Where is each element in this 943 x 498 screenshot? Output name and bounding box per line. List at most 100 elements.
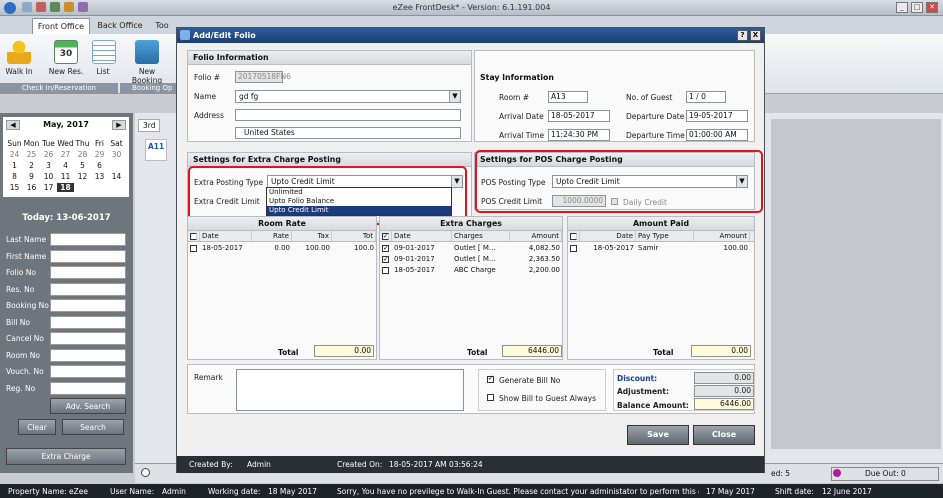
save-button[interactable]: Save	[627, 425, 689, 445]
list-button[interactable]: List	[92, 40, 116, 76]
checkbox-icon[interactable]	[570, 233, 577, 240]
search-field-input[interactable]	[50, 332, 126, 345]
close-window-button[interactable]: ✕	[926, 2, 938, 13]
checkbox-icon[interactable]	[382, 245, 389, 252]
ribbon-group-booking: Booking Op	[120, 83, 176, 94]
row-checkbox-cell[interactable]	[380, 243, 392, 254]
arrival-date-field[interactable]: 18-05-2017	[548, 110, 610, 122]
dialog-close-x-button[interactable]: X	[750, 30, 761, 41]
new-booking-button[interactable]: New Booking	[124, 40, 170, 85]
generate-bill-checkbox[interactable]	[487, 374, 494, 383]
room-rate-grid-header: Date Rate Tax Tot	[188, 231, 376, 242]
clear-button[interactable]: Clear	[18, 419, 56, 435]
calendar-day[interactable]: 5	[74, 161, 91, 170]
select-all-checkbox-cell[interactable]	[568, 231, 580, 241]
search-field-input[interactable]	[50, 282, 126, 296]
table-row[interactable]: 09-01-2017 Outlet [ M... 4,082.50	[380, 243, 562, 254]
calendar-day[interactable]: 26	[40, 150, 57, 159]
show-bill-checkbox[interactable]	[487, 394, 494, 401]
tab-tools[interactable]: Too	[150, 18, 174, 34]
calendar-day[interactable]	[108, 161, 125, 170]
search-field-input[interactable]	[50, 315, 126, 329]
search-field-input[interactable]	[50, 365, 126, 378]
departure-time-field[interactable]: 01:00:00 AM	[686, 129, 748, 141]
calendar-day[interactable]: 3	[40, 161, 57, 170]
row-checkbox-cell[interactable]	[188, 243, 200, 254]
extra-charge-button[interactable]: Extra Charge	[6, 448, 126, 465]
checkbox-icon[interactable]	[382, 256, 389, 263]
table-row[interactable]: 18-05-2017 Samir 100.00	[568, 243, 754, 254]
search-field-input[interactable]	[50, 233, 126, 246]
weekday-label: Wed	[57, 139, 74, 148]
search-field-input[interactable]	[50, 299, 126, 312]
row-checkbox-cell[interactable]	[380, 254, 392, 265]
arrival-time-label: Arrival Time	[499, 131, 545, 140]
search-field-input[interactable]	[50, 381, 126, 395]
calendar-day[interactable]: 16	[23, 183, 40, 192]
departure-date-field[interactable]: 19-05-2017	[686, 110, 748, 122]
calendar-day[interactable]: 28	[74, 150, 91, 159]
calendar-day[interactable]	[108, 183, 125, 192]
calendar-day[interactable]: 25	[23, 150, 40, 159]
address-field[interactable]	[235, 109, 461, 121]
remark-textarea[interactable]	[236, 369, 464, 411]
calendar-day[interactable]	[91, 183, 108, 192]
calendar-day[interactable]: 1	[6, 161, 23, 170]
country-field[interactable]: United States	[235, 127, 461, 139]
calendar-day[interactable]: 12	[74, 172, 91, 181]
calendar-day[interactable]: 17	[40, 183, 57, 192]
calendar-day[interactable]: 27	[57, 150, 74, 159]
table-row[interactable]: 18-05-2017 0.00 100.00 100.0	[188, 243, 376, 254]
calendar-day[interactable]: 6	[91, 161, 108, 170]
search-field-input[interactable]	[50, 348, 126, 362]
search-field-label: Folio No	[6, 268, 36, 277]
row-checkbox-cell[interactable]	[380, 265, 392, 276]
minimize-button[interactable]: _	[896, 2, 908, 13]
search-field-input[interactable]	[50, 249, 126, 263]
row-checkbox-cell[interactable]	[568, 243, 580, 254]
maximize-button[interactable]: □	[911, 2, 923, 13]
checkbox-icon[interactable]	[570, 245, 577, 252]
calendar-day[interactable]: 4	[57, 161, 74, 170]
checkbox-icon[interactable]	[382, 267, 389, 274]
calendar-day[interactable]: 14	[108, 172, 125, 181]
calendar-day[interactable]: 2	[23, 161, 40, 170]
calendar-day[interactable]: 13	[91, 172, 108, 181]
calendar-day[interactable]: 24	[6, 150, 23, 159]
room-field[interactable]: A13	[548, 91, 588, 103]
calendar-day[interactable]	[74, 183, 91, 192]
checkbox-icon[interactable]	[190, 233, 197, 240]
guests-field[interactable]: 1 / 0	[686, 91, 726, 103]
close-button[interactable]: Close	[693, 425, 755, 445]
tab-back-office[interactable]: Back Office	[94, 18, 146, 34]
checkbox-icon[interactable]	[382, 231, 389, 242]
calendar-day[interactable]: 15	[6, 183, 23, 192]
calendar-day[interactable]: 18	[57, 183, 74, 192]
calendar-day[interactable]: 9	[23, 172, 40, 181]
checkbox-icon[interactable]	[190, 245, 197, 252]
calendar-day[interactable]: 11	[57, 172, 74, 181]
arrival-time-field[interactable]: 11:24:30 PM	[548, 129, 610, 141]
adv-search-button[interactable]: Adv. Search	[50, 398, 126, 414]
select-all-checkbox-cell[interactable]	[188, 231, 200, 241]
stay-info-header: Stay Information	[480, 73, 554, 82]
calendar-day[interactable]: 10	[40, 172, 57, 181]
next-month-button[interactable]: ▶	[112, 120, 126, 130]
walk-in-button[interactable]: Walk In	[2, 40, 36, 76]
radio-icon[interactable]	[141, 468, 150, 477]
name-combo[interactable]: gd fg ▼	[235, 90, 461, 103]
search-button[interactable]: Search	[62, 419, 124, 435]
new-reservation-button[interactable]: 30 New Res.	[46, 40, 86, 76]
table-row[interactable]: 09-01-2017 Outlet [ M... 2,363.50	[380, 254, 562, 265]
table-row[interactable]: 18-05-2017 ABC Charge 2,200.00	[380, 265, 562, 276]
select-all-checkbox-cell[interactable]	[380, 231, 392, 242]
help-button[interactable]: ?	[737, 30, 748, 41]
calendar-day[interactable]: 30	[108, 150, 125, 159]
tab-front-office[interactable]: Front Office	[32, 18, 90, 34]
room-tile[interactable]: A11	[145, 139, 167, 161]
calendar-day[interactable]: 8	[6, 172, 23, 181]
calendar-day[interactable]: 29	[91, 150, 108, 159]
tab-3rd[interactable]: 3rd	[138, 119, 161, 132]
search-field-input[interactable]	[50, 266, 126, 279]
chevron-down-icon[interactable]: ▼	[449, 91, 460, 102]
